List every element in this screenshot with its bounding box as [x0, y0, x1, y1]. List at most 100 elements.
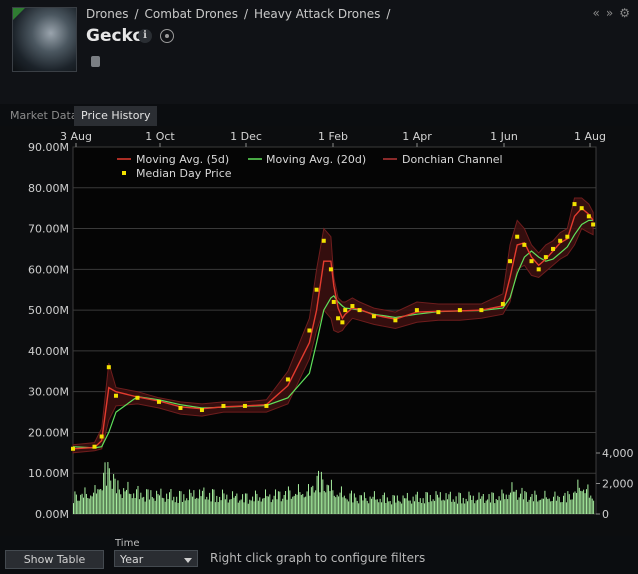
- volume-bar: [296, 494, 298, 514]
- volume-bar: [465, 498, 467, 514]
- volume-bar: [322, 479, 324, 514]
- x-tick-label: 1 Dec: [230, 130, 262, 143]
- volume-bar: [320, 471, 322, 514]
- volume-bar: [177, 502, 179, 514]
- volume-bar: [170, 488, 172, 514]
- show-table-button[interactable]: Show Table: [5, 550, 104, 569]
- volume-bar: [414, 501, 416, 514]
- volume-bar: [173, 496, 175, 514]
- median-price-point: [307, 328, 312, 333]
- volume-bar: [356, 500, 358, 514]
- volume-bar: [121, 498, 123, 514]
- median-price-point: [336, 316, 341, 321]
- volume-bar: [292, 496, 294, 514]
- volume-bar: [126, 489, 128, 514]
- volume-bar: [270, 502, 272, 514]
- volume-bar: [474, 503, 476, 514]
- y-tick-label: 50.00M: [28, 304, 69, 317]
- volume-bar: [571, 499, 573, 514]
- price-history-chart-area[interactable]: 0.00M 10.00M 20.00M 30.00M 40.00M 50.00M 60.00…: [0, 126, 638, 536]
- median-price-point: [500, 301, 505, 306]
- volume-bar: [553, 496, 555, 514]
- volume-bar: [93, 492, 95, 514]
- volume-bar: [482, 493, 484, 514]
- volume-bar: [257, 500, 259, 514]
- volume-bar: [584, 493, 586, 514]
- volume-bar: [156, 490, 158, 514]
- volume-bar: [530, 496, 532, 514]
- tab-price-history[interactable]: Price History: [74, 106, 158, 126]
- tab-market-data[interactable]: Market Data: [3, 106, 85, 126]
- time-range-select[interactable]: Year: [114, 550, 198, 567]
- breadcrumb-link-drones[interactable]: Drones: [86, 7, 129, 21]
- back-icon[interactable]: «: [593, 6, 600, 20]
- breadcrumb-link-combat-drones[interactable]: Combat Drones: [145, 7, 238, 21]
- volume-bar: [459, 493, 461, 514]
- median-price-point: [71, 446, 75, 451]
- volume-bar: [254, 490, 256, 514]
- volume-bar: [578, 487, 580, 514]
- volume-bar: [368, 503, 370, 514]
- time-label: Time: [115, 538, 140, 549]
- median-price-point: [314, 287, 319, 292]
- forward-icon[interactable]: »: [606, 6, 613, 20]
- volume-bar: [358, 503, 360, 514]
- volume-bar: [174, 502, 176, 514]
- volume-bar: [219, 496, 221, 514]
- volume-bar: [499, 500, 501, 514]
- info-icon[interactable]: i: [138, 29, 152, 43]
- y-tick-label: 40.00M: [28, 345, 69, 358]
- volume-bar: [318, 470, 320, 514]
- volume-bar: [233, 497, 235, 514]
- breadcrumb-link-heavy-attack-drones[interactable]: Heavy Attack Drones: [254, 7, 380, 21]
- target-icon[interactable]: [160, 29, 174, 43]
- median-price-point: [178, 405, 183, 410]
- x-tick-label: 3 Aug: [60, 130, 92, 143]
- volume-bar: [560, 502, 562, 514]
- volume-bar: [424, 503, 426, 514]
- volume-bar: [419, 498, 421, 514]
- median-price-point: [558, 238, 563, 243]
- item-thumbnail[interactable]: [12, 7, 77, 72]
- volume-bar: [385, 502, 387, 514]
- volume-bar: [180, 491, 182, 514]
- volume-bar: [191, 496, 193, 514]
- volume-tick-label: 0: [602, 508, 609, 521]
- volume-bar: [581, 491, 583, 514]
- volume-bar: [280, 501, 282, 514]
- volume-bar: [160, 488, 162, 514]
- volume-bar: [240, 499, 242, 514]
- volume-bar: [565, 502, 567, 514]
- volume-bar: [573, 492, 575, 514]
- volume-bar: [206, 496, 208, 514]
- median-price-point: [529, 259, 534, 264]
- volume-bar: [183, 494, 185, 514]
- volume-bar: [276, 499, 278, 514]
- x-tick-label: 1 Apr: [402, 130, 432, 143]
- volume-bar: [157, 494, 159, 514]
- settings-gear-icon[interactable]: ⚙: [619, 6, 630, 20]
- volume-bar: [77, 500, 79, 514]
- volume-bar: [167, 498, 169, 514]
- volume-bar: [289, 490, 291, 514]
- volume-bar: [365, 498, 367, 514]
- volume-bar: [405, 498, 407, 514]
- volume-bar: [498, 496, 500, 514]
- volume-bar: [477, 499, 479, 514]
- volume-bar: [299, 492, 301, 514]
- volume-bar: [345, 498, 347, 514]
- volume-bar: [300, 494, 302, 514]
- volume-bar: [528, 499, 530, 514]
- volume-bar: [547, 499, 549, 514]
- volume-bar: [502, 493, 504, 514]
- volume-bar: [538, 500, 540, 514]
- volume-bar: [406, 492, 408, 514]
- volume-bar: [481, 496, 483, 514]
- volume-bar: [283, 494, 285, 514]
- legend-label-ma5: Moving Avg. (5d): [136, 153, 229, 166]
- volume-bar: [286, 499, 288, 514]
- volume-bar: [359, 495, 361, 514]
- volume-bar: [333, 495, 335, 514]
- volume-bar: [520, 493, 522, 514]
- price-history-chart[interactable]: 0.00M 10.00M 20.00M 30.00M 40.00M 50.00M 60.00…: [0, 126, 638, 536]
